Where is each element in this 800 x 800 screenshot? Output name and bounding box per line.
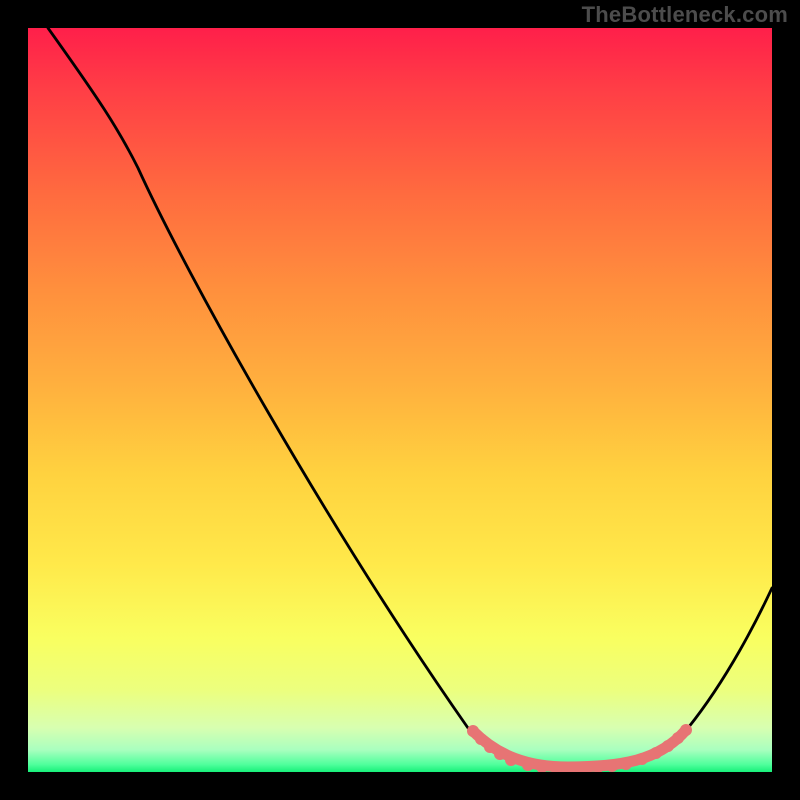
bottleneck-curve bbox=[48, 28, 772, 768]
marker-dot bbox=[494, 748, 506, 760]
marker-dot bbox=[680, 724, 692, 736]
marker-dot bbox=[505, 754, 517, 766]
marker-dot bbox=[522, 759, 534, 771]
marker-dot bbox=[636, 753, 648, 765]
marker-dot bbox=[484, 741, 496, 753]
watermark-text: TheBottleneck.com bbox=[582, 2, 788, 28]
marker-dot bbox=[650, 747, 662, 759]
marker-dot bbox=[475, 733, 487, 745]
marker-dot bbox=[662, 740, 674, 752]
plot-area bbox=[28, 28, 772, 772]
marker-dot bbox=[606, 760, 618, 772]
chart-frame: TheBottleneck.com bbox=[0, 0, 800, 800]
marker-dot bbox=[620, 758, 632, 770]
chart-svg bbox=[28, 28, 772, 772]
